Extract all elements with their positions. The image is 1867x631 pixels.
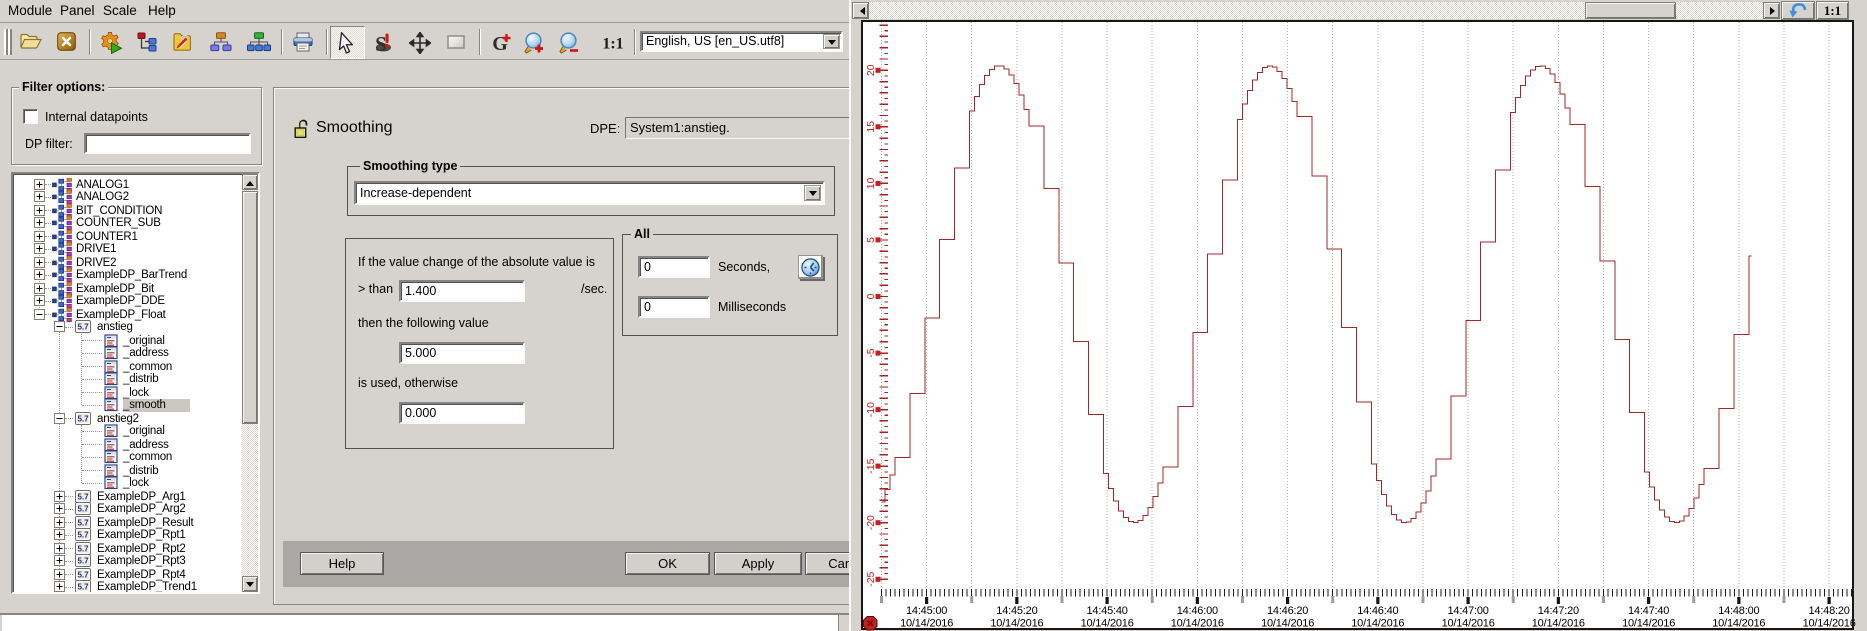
svg-text:5.7: 5.7 xyxy=(77,583,89,592)
svg-text:10/14/2016: 10/14/2016 xyxy=(1622,618,1675,630)
svg-text:5.7: 5.7 xyxy=(77,505,89,514)
svg-text:14:47:40: 14:47:40 xyxy=(1628,605,1669,617)
svg-text:10/14/2016: 10/14/2016 xyxy=(1803,618,1856,630)
svg-text:0: 0 xyxy=(865,293,877,299)
svg-text:5.7: 5.7 xyxy=(77,557,89,566)
svg-text:10/14/2016: 10/14/2016 xyxy=(1532,618,1585,630)
svg-text:-5: -5 xyxy=(865,348,877,357)
svg-text:14:46:00: 14:46:00 xyxy=(1177,605,1218,617)
svg-text:10/14/2016: 10/14/2016 xyxy=(900,618,953,630)
svg-text:-20: -20 xyxy=(865,515,877,530)
svg-text:14:46:40: 14:46:40 xyxy=(1357,605,1398,617)
svg-text:-25: -25 xyxy=(865,571,877,586)
svg-text:5.7: 5.7 xyxy=(77,531,89,540)
svg-text:14:45:40: 14:45:40 xyxy=(1086,605,1127,617)
svg-text:5.7: 5.7 xyxy=(77,323,89,332)
svg-text:10/14/2016: 10/14/2016 xyxy=(1261,618,1314,630)
svg-text:15: 15 xyxy=(865,121,877,133)
svg-text:5.7: 5.7 xyxy=(77,415,89,424)
svg-text:-10: -10 xyxy=(865,402,877,417)
svg-text:10: 10 xyxy=(865,177,877,189)
svg-text:14:45:20: 14:45:20 xyxy=(996,605,1037,617)
svg-text:10/14/2016: 10/14/2016 xyxy=(1351,618,1404,630)
svg-text:14:46:20: 14:46:20 xyxy=(1267,605,1308,617)
svg-text:10/14/2016: 10/14/2016 xyxy=(1081,618,1134,630)
svg-text:20: 20 xyxy=(865,64,877,76)
svg-text:5: 5 xyxy=(865,237,877,243)
svg-text:14:47:20: 14:47:20 xyxy=(1538,605,1579,617)
svg-text:S: S xyxy=(375,32,387,54)
svg-text:5.7: 5.7 xyxy=(77,493,89,502)
svg-text:14:48:00: 14:48:00 xyxy=(1718,605,1759,617)
svg-text:-15: -15 xyxy=(865,458,877,473)
svg-text:14:45:00: 14:45:00 xyxy=(906,605,947,617)
svg-text:10/14/2016: 10/14/2016 xyxy=(1171,618,1224,630)
svg-text:10/14/2016: 10/14/2016 xyxy=(1712,618,1765,630)
svg-text:14:48:20: 14:48:20 xyxy=(1808,605,1849,617)
svg-text:5.7: 5.7 xyxy=(77,571,89,580)
svg-text:1:1: 1:1 xyxy=(602,36,623,52)
svg-text:14:47:00: 14:47:00 xyxy=(1447,605,1488,617)
svg-text:10/14/2016: 10/14/2016 xyxy=(990,618,1043,630)
svg-text:10/14/2016: 10/14/2016 xyxy=(1442,618,1495,630)
svg-text:5.7: 5.7 xyxy=(77,519,89,528)
svg-text:5.7: 5.7 xyxy=(77,545,89,554)
